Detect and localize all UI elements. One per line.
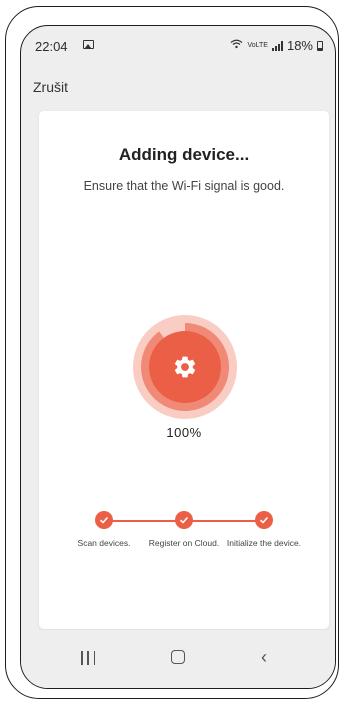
adding-device-card: Adding device... Ensure that the Wi-Fi s… — [39, 111, 329, 629]
progress-percent: 100% — [166, 425, 202, 440]
status-bar: 22:04 VoLTE 18% — [21, 26, 335, 64]
recents-icon[interactable] — [81, 651, 95, 665]
battery-icon — [317, 40, 323, 51]
step-label-register: Register on Cloud. — [148, 538, 220, 548]
volte-label: VoLTE — [247, 42, 268, 49]
step-check-icon — [95, 511, 113, 529]
progress-ring — [133, 315, 237, 419]
back-icon[interactable]: ‹ — [261, 647, 267, 668]
step-connector — [104, 520, 184, 522]
status-indicators: VoLTE 18% — [230, 38, 323, 53]
step-label-initialize: Initialize the device. — [226, 538, 302, 548]
gallery-icon — [83, 40, 94, 49]
step-connector — [184, 520, 264, 522]
battery-percent: 18% — [286, 38, 313, 53]
card-subtitle: Ensure that the Wi-Fi signal is good. — [83, 179, 285, 193]
home-icon[interactable] — [171, 650, 185, 664]
gear-icon — [172, 354, 198, 380]
wifi-icon — [230, 39, 243, 52]
system-nav-bar: ‹ — [21, 630, 335, 688]
step-check-icon — [175, 511, 193, 529]
step-label-scan: Scan devices. — [77, 538, 131, 548]
status-time: 22:04 — [35, 39, 68, 54]
card-title: Adding device... — [118, 145, 250, 164]
progress-steps: Scan devices. Register on Cloud. Initial… — [39, 511, 329, 581]
cancel-button[interactable]: Zrušit — [33, 79, 68, 95]
step-check-icon — [255, 511, 273, 529]
phone-screen: 22:04 VoLTE 18% Zrušit Adding device... … — [20, 25, 336, 689]
signal-icon — [271, 40, 283, 51]
